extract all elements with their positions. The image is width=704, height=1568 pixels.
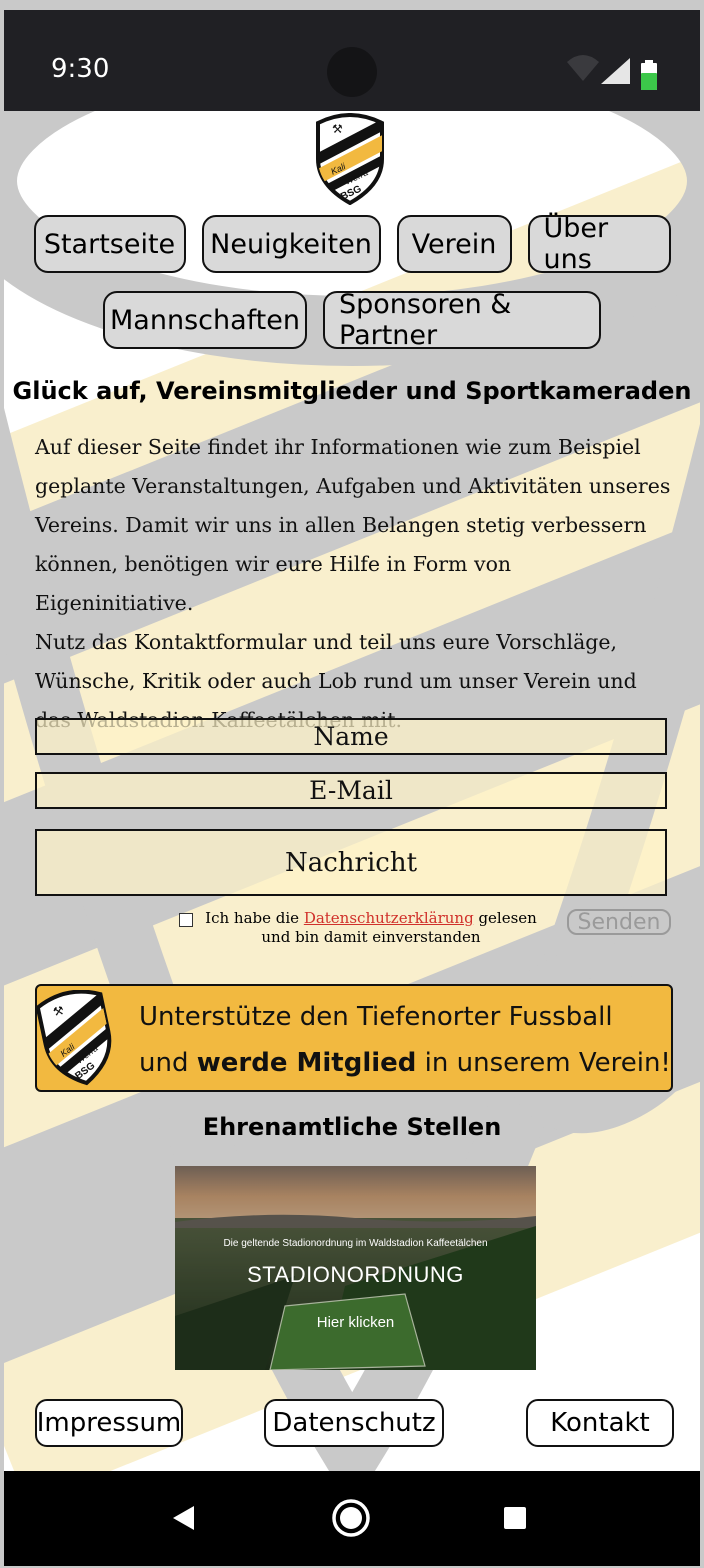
intro-line: geplante Veranstaltungen, Aufgaben und A… bbox=[35, 474, 671, 498]
back-icon[interactable] bbox=[172, 1505, 196, 1531]
signal-icon bbox=[601, 58, 630, 84]
intro-line: Vereins. Damit wir uns in allen Belangen… bbox=[35, 513, 647, 537]
phone-screen: 9:30 G bbox=[4, 10, 700, 1566]
promo-cta[interactable]: Hier klicken bbox=[175, 1314, 536, 1331]
home-icon[interactable] bbox=[331, 1498, 371, 1538]
message-field[interactable]: Nachricht bbox=[35, 829, 667, 896]
svg-text:⚒: ⚒ bbox=[332, 122, 343, 136]
intro-line: Nutz das Kontaktformular und teil uns eu… bbox=[35, 630, 618, 654]
promo-title: STADIONORDNUNG bbox=[247, 1262, 464, 1287]
footer-datenschutz[interactable]: Datenschutz bbox=[264, 1399, 444, 1447]
front-camera bbox=[327, 47, 377, 97]
club-logo-small: Kali Werra BSG ⚒ bbox=[37, 990, 117, 1086]
nav-verein[interactable]: Verein bbox=[396, 215, 512, 273]
page-heading: Glück auf, Vereinsmitglieder und Sportka… bbox=[12, 377, 692, 405]
banner-line-2: und werde Mitglied in unserem Verein! bbox=[139, 1048, 671, 1078]
nav-mannschaften[interactable]: Mannschaften bbox=[103, 291, 307, 349]
status-time: 9:30 bbox=[51, 54, 110, 84]
main-nav-row-2: Mannschaften Sponsoren & Partner bbox=[4, 289, 700, 351]
stadionordnung-card[interactable]: Die geltende Stadionordnung im Waldstadi… bbox=[175, 1166, 536, 1370]
nav-startseite[interactable]: Startseite bbox=[33, 215, 186, 273]
footer-kontakt[interactable]: Kontakt bbox=[526, 1399, 674, 1447]
section-title: Ehrenamtliche Stellen bbox=[202, 1113, 502, 1141]
recents-icon[interactable] bbox=[504, 1507, 526, 1529]
club-logo[interactable]: Kali Werra BSG ⚒ bbox=[310, 113, 390, 205]
nav-neuigkeiten[interactable]: Neuigkeiten bbox=[201, 215, 381, 273]
promo-subtitle: Die geltende Stadionordnung im Waldstadi… bbox=[223, 1238, 488, 1249]
nav-sponsoren-partner[interactable]: Sponsoren & Partner bbox=[323, 289, 601, 351]
status-bar: 9:30 bbox=[4, 10, 700, 111]
page-content[interactable]: G Kali Werra BSG ⚒ Startseite Neuigkeite… bbox=[4, 111, 700, 1471]
intro-line: können, benötigen wir eure Hilfe in Form… bbox=[35, 552, 512, 615]
banner-line-1: Unterstütze den Tiefenorter Fussball bbox=[139, 1002, 613, 1032]
footer-impressum[interactable]: Impressum bbox=[35, 1399, 183, 1447]
email-field[interactable]: E-Mail bbox=[35, 772, 667, 809]
send-button[interactable]: Senden bbox=[567, 909, 671, 935]
intro-line: Auf dieser Seite findet ihr Informatione… bbox=[35, 435, 641, 459]
battery-icon bbox=[641, 60, 657, 90]
intro-line: Wünsche, Kritik oder auch Lob rund um un… bbox=[35, 669, 637, 693]
privacy-policy-link[interactable]: Datenschutzerklärung bbox=[304, 909, 474, 927]
intro-text: Auf dieser Seite findet ihr Informatione… bbox=[35, 428, 675, 740]
wifi-icon bbox=[567, 55, 599, 81]
system-navigation-bar bbox=[4, 1471, 700, 1566]
banner-text: Unterstütze den Tiefenorter Fussball und… bbox=[139, 994, 671, 1086]
consent-text: Ich habe die Datenschutzerklärung gelese… bbox=[205, 909, 537, 946]
main-nav-row-1: Startseite Neuigkeiten Verein Über uns bbox=[4, 213, 700, 275]
nav-ueber-uns[interactable]: Über uns bbox=[527, 213, 671, 275]
name-field[interactable]: Name bbox=[35, 718, 667, 755]
consent-checkbox[interactable] bbox=[179, 913, 193, 927]
membership-banner[interactable]: Kali Werra BSG ⚒ Unterstütze den Tiefeno… bbox=[35, 984, 673, 1092]
